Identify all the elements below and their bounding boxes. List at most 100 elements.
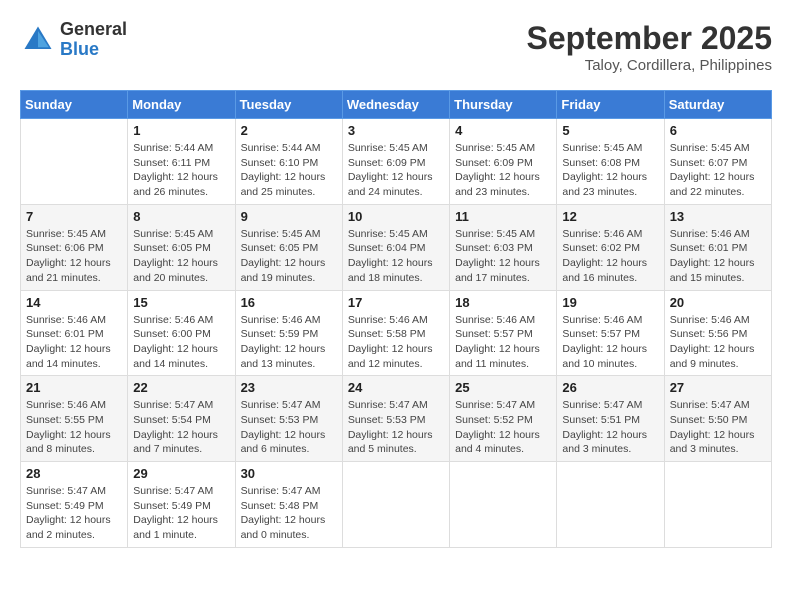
day-info: Sunrise: 5:46 AM Sunset: 5:55 PM Dayligh… (26, 398, 122, 457)
day-info: Sunrise: 5:46 AM Sunset: 5:59 PM Dayligh… (241, 313, 337, 372)
day-number: 10 (348, 209, 444, 224)
calendar-cell (557, 462, 664, 548)
day-number: 18 (455, 295, 551, 310)
day-number: 16 (241, 295, 337, 310)
calendar-table: SundayMondayTuesdayWednesdayThursdayFrid… (20, 90, 772, 548)
calendar-cell: 26 Sunrise: 5:47 AM Sunset: 5:51 PM Dayli… (557, 376, 664, 462)
day-info: Sunrise: 5:46 AM Sunset: 5:57 PM Dayligh… (455, 313, 551, 372)
calendar-cell: 12 Sunrise: 5:46 AM Sunset: 6:02 PM Dayli… (557, 204, 664, 290)
day-number: 23 (241, 380, 337, 395)
day-number: 4 (455, 123, 551, 138)
calendar-cell: 22 Sunrise: 5:47 AM Sunset: 5:54 PM Dayli… (128, 376, 235, 462)
header-day: Saturday (664, 91, 771, 119)
header-day: Wednesday (342, 91, 449, 119)
day-number: 7 (26, 209, 122, 224)
day-info: Sunrise: 5:47 AM Sunset: 5:53 PM Dayligh… (241, 398, 337, 457)
day-number: 9 (241, 209, 337, 224)
calendar-row: 14Sunrise: 5:46 AM Sunset: 6:01 PM Dayli… (21, 290, 772, 376)
calendar-body: 1Sunrise: 5:44 AM Sunset: 6:11 PM Daylig… (21, 119, 772, 548)
logo-general: General (60, 20, 127, 40)
day-number: 2 (241, 123, 337, 138)
day-number: 30 (241, 466, 337, 481)
calendar-cell: 16 Sunrise: 5:46 AM Sunset: 5:59 PM Dayli… (235, 290, 342, 376)
day-info: Sunrise: 5:46 AM Sunset: 6:02 PM Dayligh… (562, 227, 658, 286)
day-number: 8 (133, 209, 229, 224)
day-info: Sunrise: 5:46 AM Sunset: 5:56 PM Dayligh… (670, 313, 766, 372)
day-number: 12 (562, 209, 658, 224)
day-number: 29 (133, 466, 229, 481)
header-day: Thursday (450, 91, 557, 119)
day-info: Sunrise: 5:45 AM Sunset: 6:03 PM Dayligh… (455, 227, 551, 286)
day-info: Sunrise: 5:46 AM Sunset: 5:57 PM Dayligh… (562, 313, 658, 372)
day-info: Sunrise: 5:47 AM Sunset: 5:49 PM Dayligh… (26, 484, 122, 543)
calendar-cell: 29 Sunrise: 5:47 AM Sunset: 5:49 PM Dayli… (128, 462, 235, 548)
calendar-cell: 5Sunrise: 5:45 AM Sunset: 6:08 PM Daylig… (557, 119, 664, 205)
logo-icon (20, 22, 56, 58)
calendar-cell: 23 Sunrise: 5:47 AM Sunset: 5:53 PM Dayli… (235, 376, 342, 462)
calendar-header: SundayMondayTuesdayWednesdayThursdayFrid… (21, 91, 772, 119)
day-number: 3 (348, 123, 444, 138)
calendar-cell: 7Sunrise: 5:45 AM Sunset: 6:06 PM Daylig… (21, 204, 128, 290)
location: Taloy, Cordillera, Philippines (527, 57, 772, 74)
day-info: Sunrise: 5:46 AM Sunset: 6:00 PM Dayligh… (133, 313, 229, 372)
day-info: Sunrise: 5:47 AM Sunset: 5:54 PM Dayligh… (133, 398, 229, 457)
day-info: Sunrise: 5:47 AM Sunset: 5:50 PM Dayligh… (670, 398, 766, 457)
calendar-cell: 20 Sunrise: 5:46 AM Sunset: 5:56 PM Dayli… (664, 290, 771, 376)
calendar-cell: 27 Sunrise: 5:47 AM Sunset: 5:50 PM Dayli… (664, 376, 771, 462)
calendar-cell: 10 Sunrise: 5:45 AM Sunset: 6:04 PM Dayli… (342, 204, 449, 290)
day-info: Sunrise: 5:47 AM Sunset: 5:51 PM Dayligh… (562, 398, 658, 457)
calendar-cell: 21 Sunrise: 5:46 AM Sunset: 5:55 PM Dayli… (21, 376, 128, 462)
title-block: September 2025 Taloy, Cordillera, Philip… (527, 20, 772, 74)
day-number: 17 (348, 295, 444, 310)
calendar-cell: 8 Sunrise: 5:45 AM Sunset: 6:05 PM Daylig… (128, 204, 235, 290)
day-number: 27 (670, 380, 766, 395)
day-info: Sunrise: 5:45 AM Sunset: 6:09 PM Dayligh… (455, 141, 551, 200)
day-number: 28 (26, 466, 122, 481)
day-info: Sunrise: 5:45 AM Sunset: 6:04 PM Dayligh… (348, 227, 444, 286)
calendar-cell: 13Sunrise: 5:46 AM Sunset: 6:01 PM Dayli… (664, 204, 771, 290)
day-info: Sunrise: 5:45 AM Sunset: 6:05 PM Dayligh… (133, 227, 229, 286)
calendar-cell: 30 Sunrise: 5:47 AM Sunset: 5:48 PM Dayli… (235, 462, 342, 548)
calendar-row: 28 Sunrise: 5:47 AM Sunset: 5:49 PM Dayli… (21, 462, 772, 548)
day-info: Sunrise: 5:45 AM Sunset: 6:07 PM Dayligh… (670, 141, 766, 200)
day-info: Sunrise: 5:47 AM Sunset: 5:53 PM Dayligh… (348, 398, 444, 457)
page-header: General Blue September 2025 Taloy, Cordi… (20, 20, 772, 74)
day-info: Sunrise: 5:46 AM Sunset: 6:01 PM Dayligh… (26, 313, 122, 372)
day-number: 24 (348, 380, 444, 395)
day-number: 21 (26, 380, 122, 395)
calendar-cell (21, 119, 128, 205)
day-info: Sunrise: 5:46 AM Sunset: 5:58 PM Dayligh… (348, 313, 444, 372)
day-info: Sunrise: 5:45 AM Sunset: 6:05 PM Dayligh… (241, 227, 337, 286)
day-number: 26 (562, 380, 658, 395)
day-info: Sunrise: 5:47 AM Sunset: 5:48 PM Dayligh… (241, 484, 337, 543)
calendar-row: 7Sunrise: 5:45 AM Sunset: 6:06 PM Daylig… (21, 204, 772, 290)
calendar-cell: 2Sunrise: 5:44 AM Sunset: 6:10 PM Daylig… (235, 119, 342, 205)
day-info: Sunrise: 5:46 AM Sunset: 6:01 PM Dayligh… (670, 227, 766, 286)
calendar-cell: 18 Sunrise: 5:46 AM Sunset: 5:57 PM Dayli… (450, 290, 557, 376)
calendar-cell: 3Sunrise: 5:45 AM Sunset: 6:09 PM Daylig… (342, 119, 449, 205)
calendar-cell: 28 Sunrise: 5:47 AM Sunset: 5:49 PM Dayli… (21, 462, 128, 548)
calendar-cell: 14Sunrise: 5:46 AM Sunset: 6:01 PM Dayli… (21, 290, 128, 376)
calendar-cell: 25 Sunrise: 5:47 AM Sunset: 5:52 PM Dayli… (450, 376, 557, 462)
day-info: Sunrise: 5:47 AM Sunset: 5:52 PM Dayligh… (455, 398, 551, 457)
day-number: 20 (670, 295, 766, 310)
calendar-cell: 9 Sunrise: 5:45 AM Sunset: 6:05 PM Daylig… (235, 204, 342, 290)
header-day: Friday (557, 91, 664, 119)
calendar-cell (450, 462, 557, 548)
day-number: 25 (455, 380, 551, 395)
calendar-cell: 24 Sunrise: 5:47 AM Sunset: 5:53 PM Dayli… (342, 376, 449, 462)
calendar-row: 21 Sunrise: 5:46 AM Sunset: 5:55 PM Dayli… (21, 376, 772, 462)
header-row: SundayMondayTuesdayWednesdayThursdayFrid… (21, 91, 772, 119)
day-number: 5 (562, 123, 658, 138)
calendar-cell: 17 Sunrise: 5:46 AM Sunset: 5:58 PM Dayli… (342, 290, 449, 376)
calendar-cell (664, 462, 771, 548)
calendar-cell (342, 462, 449, 548)
header-day: Tuesday (235, 91, 342, 119)
day-number: 15 (133, 295, 229, 310)
day-info: Sunrise: 5:47 AM Sunset: 5:49 PM Dayligh… (133, 484, 229, 543)
day-number: 22 (133, 380, 229, 395)
logo-text: General Blue (60, 20, 127, 60)
day-info: Sunrise: 5:44 AM Sunset: 6:11 PM Dayligh… (133, 141, 229, 200)
month-title: September 2025 (527, 20, 772, 57)
logo: General Blue (20, 20, 127, 60)
